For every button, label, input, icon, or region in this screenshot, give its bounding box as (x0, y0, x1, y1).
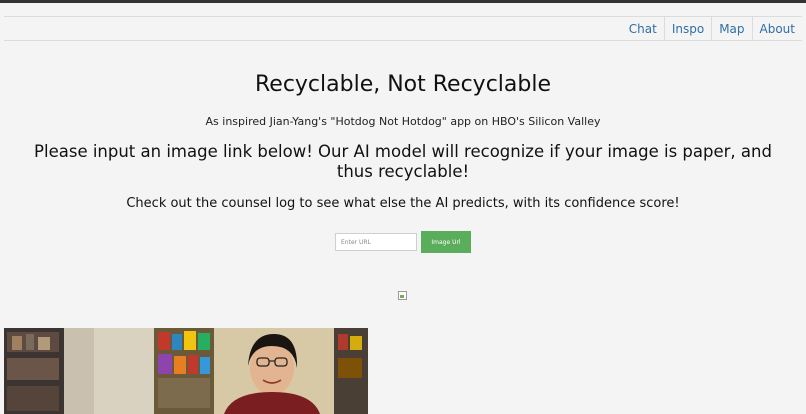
broken-image-icon (398, 291, 407, 300)
nav-link-inspo[interactable]: Inspo (663, 17, 711, 40)
hero-photo (4, 328, 368, 414)
nav-link-chat[interactable]: Chat (622, 17, 664, 40)
nav-link-map[interactable]: Map (711, 17, 751, 40)
instructions-text: Please input an image link below! Our AI… (34, 142, 772, 181)
url-form: Image Url (335, 231, 471, 253)
url-input[interactable] (335, 233, 417, 251)
navbar: Chat Inspo Map About (4, 16, 802, 41)
inspired-text: As inspired Jian-Yang's "Hotdog Not Hotd… (205, 115, 601, 128)
top-border (0, 0, 806, 3)
nav-link-about[interactable]: About (751, 17, 802, 40)
photo-illustration (4, 328, 368, 414)
image-url-button[interactable]: Image Url (421, 231, 471, 253)
counsel-log-text: Check out the counsel log to see what el… (126, 196, 680, 211)
page-title: Recyclable, Not Recyclable (254, 72, 552, 97)
